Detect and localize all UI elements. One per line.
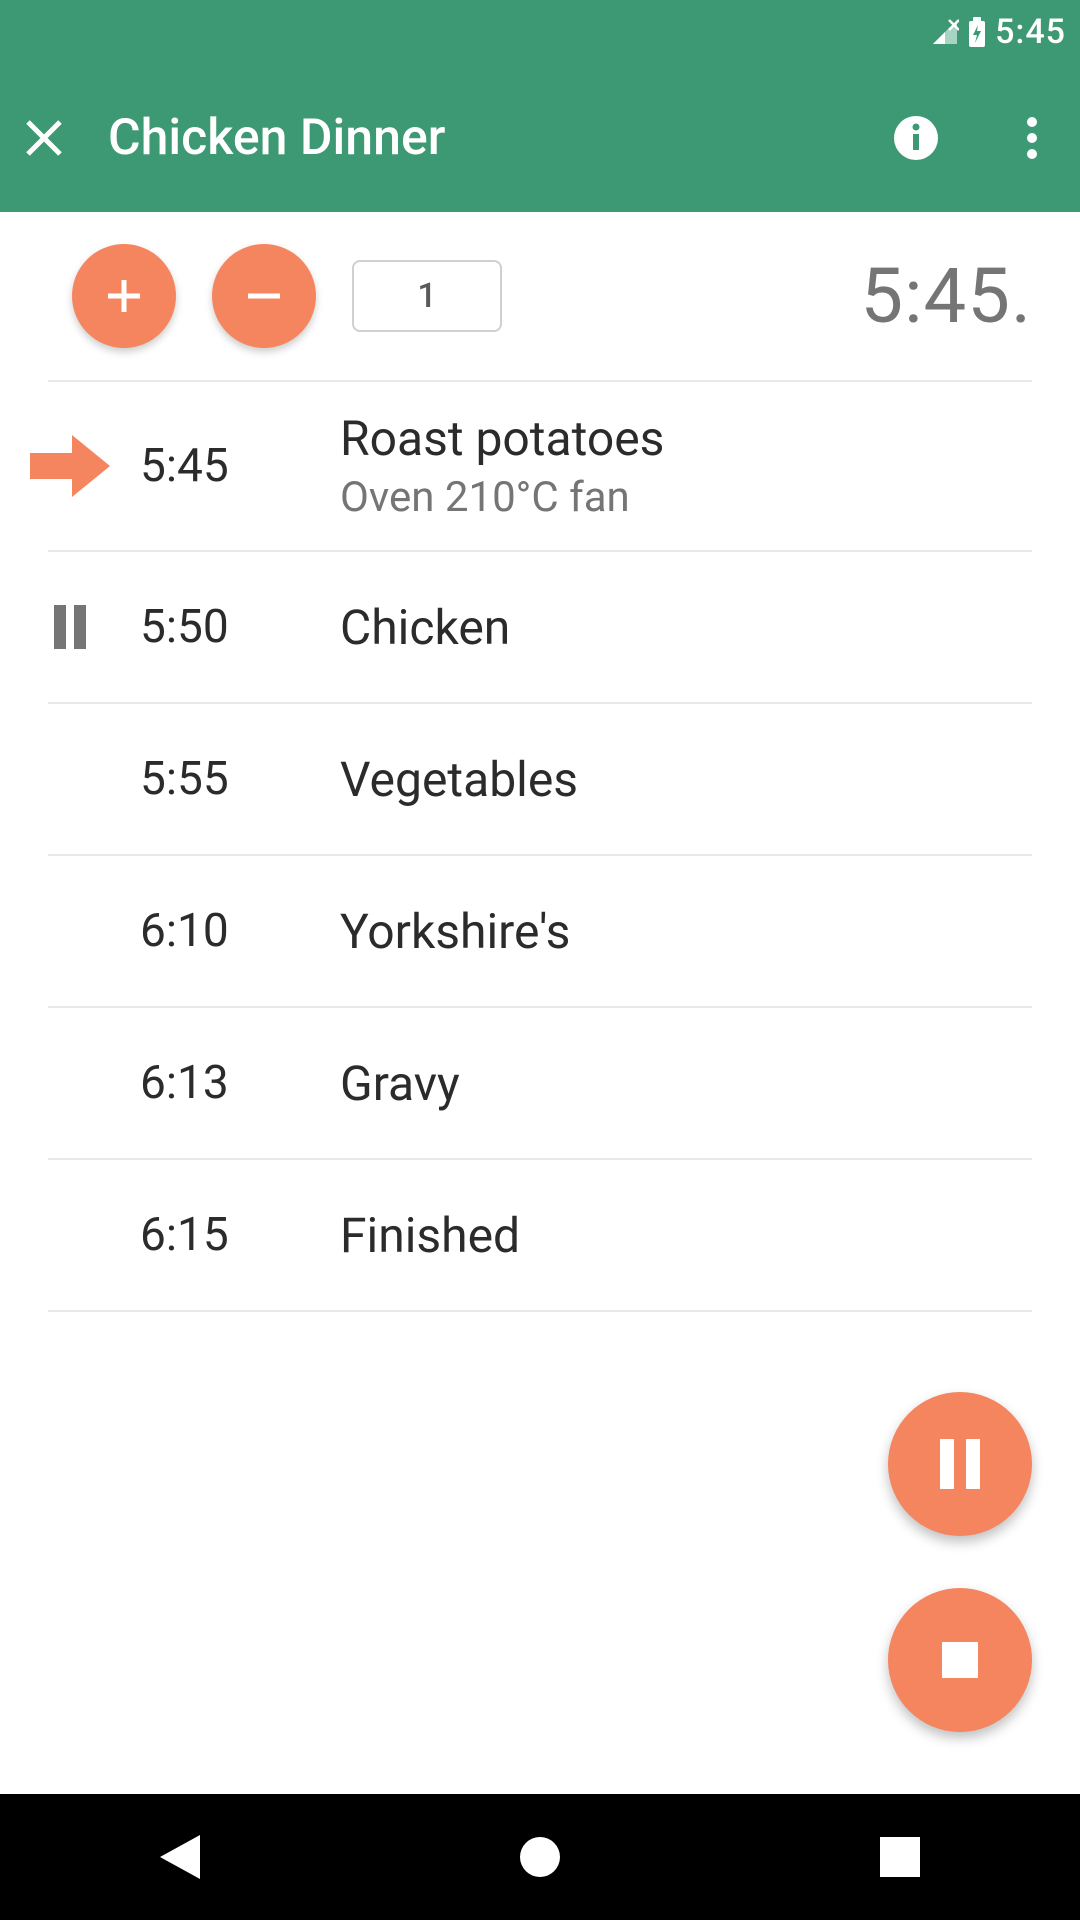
step-label: Chicken	[340, 599, 1032, 656]
pause-fab[interactable]	[888, 1392, 1032, 1536]
stop-fab[interactable]	[888, 1588, 1032, 1732]
count-input[interactable]: 1	[352, 260, 502, 332]
back-button[interactable]	[80, 1794, 280, 1920]
step-row[interactable]: 5:50 Chicken	[0, 552, 1080, 702]
home-button[interactable]	[440, 1794, 640, 1920]
step-sublabel: Oven 210°C fan	[340, 473, 1032, 522]
status-bar: 5:45	[0, 0, 1080, 64]
close-icon[interactable]	[20, 114, 68, 162]
increment-button[interactable]	[72, 244, 176, 348]
step-time: 5:45	[140, 439, 340, 493]
step-label: Vegetables	[340, 751, 1032, 808]
step-time: 5:50	[140, 600, 340, 654]
step-label: Finished	[340, 1207, 1032, 1264]
decrement-button[interactable]	[212, 244, 316, 348]
step-row[interactable]: 6:13 Gravy	[0, 1008, 1080, 1158]
plus-icon	[102, 274, 146, 318]
controls-row: 1 5:45.	[0, 212, 1080, 380]
step-row[interactable]: 6:15 Finished	[0, 1160, 1080, 1310]
pause-icon	[940, 1439, 980, 1489]
status-clock: 5:45	[995, 12, 1066, 52]
info-icon[interactable]	[888, 110, 944, 166]
pause-icon	[54, 605, 86, 649]
divider	[48, 1310, 1032, 1312]
main-content: 1 5:45. 5:45 Roast potatoes Oven 210°C f…	[0, 212, 1080, 1794]
page-title: Chicken Dinner	[108, 109, 828, 167]
arrow-right-icon	[30, 435, 110, 497]
system-nav-bar	[0, 1794, 1080, 1920]
more-vert-icon[interactable]	[1004, 110, 1060, 166]
battery-charging-icon	[967, 17, 987, 47]
step-label: Yorkshire's	[340, 903, 1032, 960]
no-signal-icon	[931, 18, 959, 46]
stop-icon	[942, 1642, 978, 1678]
app-bar: Chicken Dinner	[0, 64, 1080, 212]
recent-apps-button[interactable]	[800, 1794, 1000, 1920]
step-label: Roast potatoes	[340, 410, 1032, 467]
step-label: Gravy	[340, 1055, 1032, 1112]
step-time: 6:13	[140, 1056, 340, 1110]
current-time-display: 5:45.	[860, 251, 1032, 341]
step-time: 6:10	[140, 904, 340, 958]
step-time: 6:15	[140, 1208, 340, 1262]
step-row[interactable]: 5:55 Vegetables	[0, 704, 1080, 854]
step-row[interactable]: 5:45 Roast potatoes Oven 210°C fan	[0, 382, 1080, 550]
step-row[interactable]: 6:10 Yorkshire's	[0, 856, 1080, 1006]
step-time: 5:55	[140, 752, 340, 806]
minus-icon	[242, 274, 286, 318]
